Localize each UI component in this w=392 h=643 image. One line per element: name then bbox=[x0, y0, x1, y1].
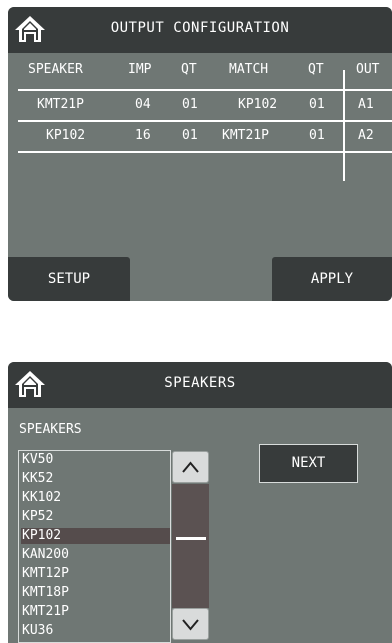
speakers-panel: SPEAKERS SPEAKERS KV50 KK52 KK102 KP52 K… bbox=[8, 362, 392, 643]
scroll-down-button[interactable] bbox=[172, 608, 209, 640]
table-divider bbox=[18, 89, 392, 91]
list-item[interactable]: KK102 bbox=[21, 490, 170, 506]
scrollbar-thumb[interactable] bbox=[176, 537, 206, 540]
apply-button[interactable]: APPLY bbox=[272, 257, 392, 301]
setup-button[interactable]: SETUP bbox=[8, 257, 130, 301]
output-configuration-panel: OUTPUT CONFIGURATION SPEAKER IMP QT MATC… bbox=[8, 7, 392, 301]
speakers-list-label: SPEAKERS bbox=[19, 422, 82, 437]
speaker-list[interactable]: KV50 KK52 KK102 KP52 KP102 KAN200 KMT12P… bbox=[18, 450, 171, 643]
row-imp: 04 bbox=[135, 97, 151, 112]
column-header-out: OUT bbox=[356, 62, 380, 77]
chevron-up-icon bbox=[182, 461, 199, 473]
table-divider bbox=[18, 151, 392, 153]
chevron-down-icon bbox=[182, 619, 199, 631]
list-item[interactable]: KV50 bbox=[21, 452, 170, 468]
title-bar: OUTPUT CONFIGURATION bbox=[8, 7, 392, 53]
column-header-qt-match: QT bbox=[308, 62, 324, 77]
column-header-speaker: SPEAKER bbox=[28, 62, 83, 77]
scroll-up-button[interactable] bbox=[172, 451, 209, 483]
list-item[interactable]: KMT12P bbox=[21, 566, 170, 582]
column-header-match: MATCH bbox=[229, 62, 269, 77]
row-qt: 01 bbox=[182, 128, 198, 143]
list-item-selected[interactable]: KP102 bbox=[21, 528, 170, 544]
next-button[interactable]: NEXT bbox=[259, 444, 358, 483]
row-match: KP102 bbox=[238, 97, 278, 112]
list-item[interactable]: KU36 bbox=[21, 623, 170, 639]
page-title: SPEAKERS bbox=[164, 375, 236, 391]
row-match: KMT21P bbox=[222, 128, 269, 143]
table-column-divider bbox=[343, 70, 345, 181]
list-item[interactable]: KP52 bbox=[21, 509, 170, 525]
table-divider bbox=[18, 120, 392, 122]
row-imp: 16 bbox=[135, 128, 151, 143]
row-qt-match: 01 bbox=[309, 97, 325, 112]
column-header-imp: IMP bbox=[128, 62, 152, 77]
page-title: OUTPUT CONFIGURATION bbox=[110, 20, 290, 36]
row-qt: 01 bbox=[182, 97, 198, 112]
row-qt-match: 01 bbox=[309, 128, 325, 143]
row-out: A1 bbox=[358, 97, 374, 112]
list-item[interactable]: KK52 bbox=[21, 471, 170, 487]
column-header-qt: QT bbox=[181, 62, 197, 77]
title-bar: SPEAKERS bbox=[8, 362, 392, 408]
row-out: A2 bbox=[358, 128, 374, 143]
row-speaker: KMT21P bbox=[37, 97, 84, 112]
list-item[interactable]: KAN200 bbox=[21, 547, 170, 563]
row-speaker: KP102 bbox=[46, 128, 86, 143]
list-item[interactable]: KMT18P bbox=[21, 585, 170, 601]
scrollbar-track[interactable] bbox=[172, 484, 209, 608]
list-item[interactable]: KMT21P bbox=[21, 604, 170, 620]
